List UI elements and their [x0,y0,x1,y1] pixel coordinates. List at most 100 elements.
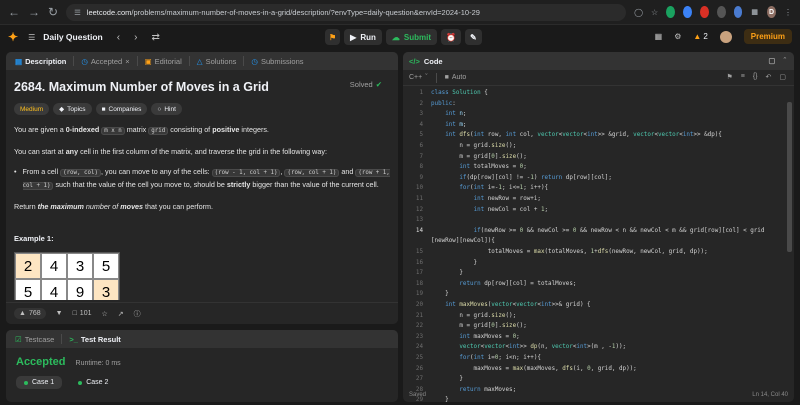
auto-mode[interactable]: ■ Auto [445,74,467,81]
notes-button[interactable]: ✎ [464,29,482,45]
daily-question-link[interactable]: Daily Question [43,32,103,42]
scrollbar[interactable] [787,102,792,252]
extension-icon[interactable] [666,6,676,18]
hint-button[interactable]: ○ Hint [151,103,182,115]
code-line[interactable]: n = grid.size(); [431,141,516,152]
shuffle-icon[interactable]: ⇄ [151,32,159,43]
tab-test-result[interactable]: >_ Test Result [66,335,123,344]
help-icon[interactable]: ⓘ [134,309,141,319]
undo-icon[interactable]: ↶ [766,73,772,81]
grid-icon[interactable]: ▦ [655,32,663,41]
description-body: 2684. Maximum Number of Moves in a Grid … [6,70,398,300]
code-line[interactable]: public: [431,99,456,110]
star-icon[interactable]: ☆ [101,310,107,318]
tab-solutions[interactable]: △ Solutions [194,57,240,66]
code-line[interactable]: } [431,258,478,269]
eye-off-icon[interactable]: ◯ [634,8,643,17]
code-line[interactable]: int newCol = col + 1; [431,205,548,216]
tab-code[interactable]: Code [424,57,443,66]
tab-accepted[interactable]: ◷ Accepted × [78,57,132,66]
code-line[interactable]: int dfs(int row, int col, vector<vector<… [431,130,722,141]
fire-icon: ▲ [693,32,702,41]
code-line[interactable]: if(dp[row][col] != -1) return dp[row][co… [431,173,612,184]
problem-list-icon[interactable]: ☰ [28,33,35,42]
page-title[interactable]: 2684. Maximum Number of Moves in a Grid [14,80,390,94]
topics-button[interactable]: ◆ Topics [53,103,92,115]
code-line[interactable]: [newRow][newCol]){ [431,236,495,247]
avatar[interactable]: D [767,6,776,18]
code-line[interactable]: vector<vector<int>> dp(n, vector<int>(m … [431,342,626,353]
code-line[interactable]: int m; [431,120,466,131]
address-bar[interactable]: ☰ leetcode.com/problems/maximum-number-o… [66,3,627,21]
forward-icon[interactable]: → [28,5,40,19]
code-line[interactable]: int maxMoves(vector<vector<int>>& grid) … [431,300,590,311]
extensions-icon[interactable]: ▦ [750,6,759,18]
code-line[interactable]: for(int i=-1; i<=1; i++){ [431,183,548,194]
reload-icon[interactable]: ↻ [48,5,58,19]
line-number: 11 [415,196,423,202]
code-line[interactable]: return dp[row][col] = totalMoves; [431,279,576,290]
code-line[interactable]: int newRow = row+i; [431,194,541,205]
code-line[interactable]: maxMoves = max(maxMoves, dfs(i, 0, grid,… [431,364,637,375]
bookmark-icon[interactable]: ⚑ [726,73,732,81]
code-line[interactable]: int maxMoves = 0; [431,332,519,343]
share-icon[interactable]: ↗ [118,310,124,318]
right-tools: ▦ ⚙ ▲ 2 Premium [655,29,792,44]
submit-button[interactable]: ☁ Submit [385,29,437,45]
tab-description[interactable]: ▤ Description [12,57,69,66]
code-line[interactable]: } [431,268,463,279]
grid-cell: 4 [41,279,67,300]
site-info-icon[interactable]: ☰ [74,8,81,17]
language-select[interactable]: C++ ˇ [409,74,428,81]
premium-button[interactable]: Premium [743,29,792,44]
dislike-button[interactable]: ▼ [56,310,63,317]
extension-icon[interactable] [699,6,709,18]
code-line[interactable]: int n; [431,109,466,120]
comments-button[interactable]: □ 101 [73,310,92,317]
fullscreen-icon[interactable]: ▢ [779,73,786,81]
tab-testcase[interactable]: ☑ Testcase [12,335,57,344]
line-number: 2 [419,100,423,107]
book-icon: ▣ [144,56,152,66]
chevron-left-icon[interactable]: ‹ [117,32,120,43]
timer-button[interactable]: ⏰ [441,29,461,45]
code-line[interactable]: m = grid[0].size(); [431,321,526,332]
code-panel: </> Code ▢ ˆ C++ ˇ ■ Auto ⚑ ≡ {} ↶ ▢ 1 clas… [403,52,794,402]
format-icon[interactable]: ≡ [741,73,745,81]
extension-icon[interactable] [733,6,743,18]
flask-icon: △ [196,56,203,66]
star-icon[interactable]: ☆ [651,8,658,17]
case-2-tab[interactable]: Case 2 [70,376,116,389]
chevron-up-icon[interactable]: ˆ [784,56,787,65]
line-number: 19 [415,291,423,298]
code-line[interactable]: int totalMoves = 0; [431,162,526,173]
tab-submissions[interactable]: ◷ Submissions [248,57,306,66]
streak-counter[interactable]: ▲ 2 [693,32,707,41]
run-button[interactable]: ▶ Run [344,29,382,45]
extension-icon[interactable] [716,6,726,18]
code-line[interactable]: } [431,374,463,385]
chevron-right-icon[interactable]: › [134,32,137,43]
code-line[interactable]: for(int i=0; i<n; i++){ [431,353,541,364]
leetcode-logo-icon[interactable]: ✦ [8,30,18,44]
case-1-tab[interactable]: Case 1 [16,376,63,389]
close-icon[interactable]: × [125,57,129,66]
debug-button[interactable]: ⚑ [325,29,341,45]
back-icon[interactable]: ← [8,5,20,19]
code-line[interactable]: totalMoves = max(totalMoves, 1+dfs(newRo… [431,247,708,258]
code-line[interactable]: class Solution { [431,88,488,99]
avatar[interactable] [719,30,732,43]
code-line[interactable]: } [431,289,449,300]
companies-button[interactable]: ■ Companies [95,103,148,115]
braces-icon[interactable]: {} [753,73,758,81]
code-line[interactable]: if(newRow >= 0 && newCol >= 0 && newRow … [431,226,765,237]
code-line[interactable]: n = grid.size(); [431,311,516,322]
gear-icon[interactable]: ⚙ [674,32,681,41]
menu-icon[interactable]: ⋮ [784,8,792,17]
maximize-icon[interactable]: ▢ [768,56,775,65]
like-button[interactable]: ▲ 768 [14,308,46,319]
code-line[interactable]: m = grid[0].size(); [431,152,526,163]
code-editor[interactable]: 1 class Solution {2 public: 3 int n; 4 int m… [403,88,794,402]
tab-editorial[interactable]: ▣ Editorial [142,57,185,66]
extension-icon[interactable] [683,6,692,18]
